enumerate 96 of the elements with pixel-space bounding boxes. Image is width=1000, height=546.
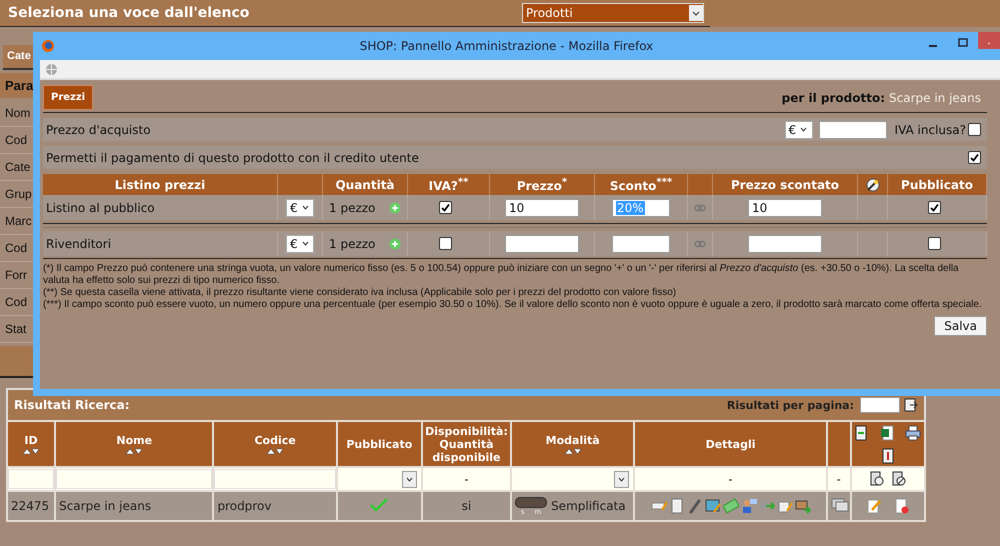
browser-logo-icon [41, 39, 55, 53]
filter-value: - [836, 472, 841, 486]
windows-icon[interactable] [830, 498, 849, 512]
image-icon[interactable] [704, 498, 721, 514]
maximize-icon[interactable] [958, 38, 968, 48]
column-header[interactable]: Nome [56, 422, 212, 466]
checkbox[interactable] [928, 201, 940, 214]
quantity-text: 1 pezzo [329, 200, 376, 214]
quantity-text: 1 pezzo [329, 236, 376, 250]
product-name: Scarpe in jeans [889, 90, 981, 104]
edit-icon[interactable] [866, 498, 882, 514]
column-header: Listino prezzi [114, 178, 206, 192]
product-label: per il prodotto: [782, 90, 885, 104]
tab[interactable]: Prezzi [43, 85, 94, 110]
paperclip-icon[interactable] [686, 498, 703, 514]
save-button[interactable]: Salva [934, 316, 987, 336]
field-label: Permetti il pagamento di questo prodotto con il credito utente [46, 150, 420, 164]
spreadsheet-icon[interactable] [880, 425, 894, 441]
sort-icon[interactable] [125, 448, 144, 454]
currency-select[interactable]: € [286, 198, 314, 216]
page-title: Seleziona una voce dall'elenco [8, 5, 250, 21]
table-cell: 22475 [11, 499, 50, 513]
caret-icon [302, 205, 309, 210]
checkbox[interactable] [968, 151, 981, 164]
column-header: Sconto$^{***}$ [610, 176, 672, 192]
column-header: IVA?$^{**}$ [428, 176, 468, 192]
field-label: Prezzo d'acquisto [46, 122, 152, 136]
header-cell [828, 422, 850, 466]
discount-field[interactable] [612, 234, 670, 252]
add-icon[interactable] [389, 238, 401, 250]
results-title: Risultati Ricerca: [14, 398, 131, 412]
price-field[interactable] [818, 120, 887, 138]
caret-icon [618, 476, 626, 482]
globe-icon [45, 62, 58, 76]
check-icon [970, 153, 979, 162]
window-title: SHOP: Pannello Amministrazione - Mozilla Firefox [358, 39, 654, 53]
delete-icon[interactable] [894, 498, 910, 514]
column-header[interactable]: Codice [214, 422, 336, 466]
column-header: Disponibilità: Quantità disponibile [422, 422, 510, 466]
category-select[interactable]: Prodotti [522, 3, 704, 23]
filter-field[interactable] [56, 469, 212, 489]
caret-icon [800, 127, 808, 132]
column-header[interactable]: Modalità [512, 422, 634, 466]
price-field[interactable]: 10 [505, 198, 579, 216]
mode-toggle[interactable] [515, 496, 548, 508]
column-header: Dettagli [635, 422, 826, 466]
price-field[interactable] [505, 234, 579, 252]
column-header: Prezzo scontato [730, 178, 840, 192]
sidebar-tab[interactable]: Cate [3, 45, 33, 70]
per-page-label: Risultati per pagina: [726, 398, 854, 412]
wand-icon[interactable] [864, 176, 880, 192]
sort-icon[interactable] [22, 448, 40, 454]
checkbox[interactable] [968, 123, 981, 136]
per-page-field[interactable] [860, 397, 900, 413]
field-label: IVA inclusa? [894, 122, 966, 136]
section-heading: Para [0, 73, 33, 98]
print-icon[interactable] [905, 425, 922, 441]
footnote: (*) Il campo Prezzo può contenere una stringa vuota, un valore numerico fisso (es. 5 o 100.54) oppure può iniziare con un segno '+' o un '-' per riferirsi al Prezzo d'acquisto (es. +30.50 o -10%). La scelta della valuta ha effetto solo sui prezzi di tipo numerico fisso. [43, 263, 960, 287]
filter-value: - [728, 472, 733, 486]
footnote: (***) Il campo sconto può essere vuoto, un numero oppure una percentuale (per esempio 30.50 o 10%). Se il valore dello sconto non è vuoto oppure è uguale a zero, il prodotto sarà marcato come offerta speciale. [43, 299, 983, 311]
column-header: Quantità [335, 178, 395, 192]
price-list-name: Rivenditori [46, 236, 112, 250]
discounted-price-field[interactable]: 10 [748, 198, 822, 216]
caret-icon [406, 476, 413, 482]
column-header: Pubblicato [338, 422, 421, 466]
discounted-price-field[interactable] [748, 234, 822, 252]
column-header: Pubblicato [901, 178, 973, 192]
truck-icon[interactable] [794, 498, 811, 514]
sort-icon[interactable] [266, 448, 284, 454]
currency-select[interactable]: € [286, 234, 314, 252]
check-icon [441, 203, 450, 212]
currency-select[interactable]: € [784, 120, 813, 138]
add-icon[interactable] [389, 202, 401, 214]
go-icon[interactable] [904, 398, 918, 412]
mode-label: Semplificata [551, 498, 626, 512]
table-cell: si [462, 499, 472, 513]
checkbox[interactable] [928, 237, 940, 250]
filter-field[interactable] [8, 469, 54, 489]
sort-icon[interactable] [564, 448, 582, 454]
checkbox[interactable] [439, 201, 452, 214]
table-cell: prodprov [217, 499, 272, 513]
filter-field[interactable] [214, 469, 336, 489]
price-list-name: Listino al pubblico [46, 200, 155, 214]
check-icon [930, 203, 938, 212]
footnote: (**) Se questa casella viene attivata, il prezzo risultante viene considerato iva inclusa (Applicabile solo per i prezzi del prodotto con valore fisso) [43, 287, 678, 299]
caret-icon [692, 10, 700, 16]
user-icon[interactable] [740, 498, 757, 514]
column-header: Prezzo$^{*}$ [516, 176, 568, 192]
table-cell: Scarpe in jeans [59, 499, 152, 513]
document-icon[interactable] [668, 498, 685, 514]
column-header[interactable]: ID [8, 422, 54, 466]
checkbox[interactable] [439, 237, 452, 250]
caret-icon [302, 241, 309, 246]
discount-field[interactable]: 20% [612, 198, 670, 216]
sidebar-footer [0, 346, 33, 378]
filter-value: - [464, 472, 468, 486]
